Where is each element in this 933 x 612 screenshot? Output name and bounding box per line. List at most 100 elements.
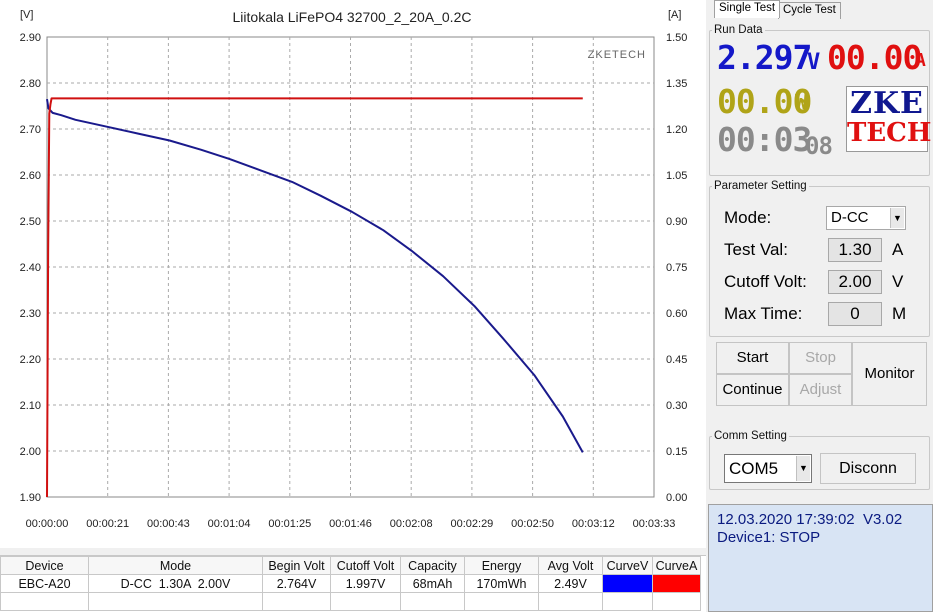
max-time-label: Max Time: (724, 304, 803, 323)
results-table: Device Mode Begin Volt Cutoff Volt Capac… (0, 555, 706, 612)
col-energy: Energy (464, 556, 539, 575)
tab-cycle-test[interactable]: Cycle Test (778, 2, 841, 19)
max-time-unit: M (892, 304, 907, 323)
current-unit: A (915, 50, 926, 71)
com-port-value: COM5 (729, 459, 779, 478)
left-tick-label: 2.20 (20, 354, 41, 366)
status-box: 12.03.2020 17:39:02 V3.02 Device1: STOP (708, 504, 933, 612)
right-tick-label: 0.30 (666, 400, 687, 412)
elapsed-seconds-readout: 08 (805, 132, 833, 160)
cell-avg-volt: 2.49V (538, 574, 603, 593)
left-tick-label: 2.10 (20, 400, 41, 412)
adjust-button[interactable]: Adjust (789, 374, 852, 406)
cell-begin-volt: 2.764V (262, 574, 331, 593)
x-tick-label: 00:01:04 (208, 518, 251, 530)
x-tick-label: 00:03:33 (633, 518, 676, 530)
chevron-down-icon[interactable]: ▼ (890, 208, 904, 228)
right-tick-label: 0.00 (666, 492, 687, 504)
x-tick-label: 00:01:46 (329, 518, 372, 530)
mode-label: Mode: (724, 208, 772, 227)
tab-single-test[interactable]: Single Test (714, 0, 781, 18)
x-tick-label: 00:03:12 (572, 518, 615, 530)
cell-capacity: 68mAh (400, 574, 465, 593)
curve-a-color-swatch[interactable] (652, 574, 701, 593)
logo-text-bottom: TECH (847, 118, 932, 148)
parameter-setting-legend: Parameter Setting (714, 180, 807, 192)
col-mode: Mode (88, 556, 263, 575)
right-axis-ticks: 1.50 1.35 1.20 1.05 0.90 0.75 0.60 0.45 0.30 0.15… (666, 32, 687, 504)
chart-title: Liitokala LiFePO4 32700_2_20A_0.2C (233, 9, 472, 25)
start-button[interactable]: Start (716, 342, 789, 374)
left-tick-label: 1.90 (20, 492, 41, 504)
chart-watermark: ZKETECH (588, 49, 646, 61)
right-axis-unit: [A] (668, 9, 681, 21)
status-datetime-version: 12.03.2020 17:39:02 V3.02 (717, 511, 903, 528)
voltage-unit: V (807, 50, 820, 75)
current-readout: 00.00 (827, 38, 922, 77)
left-axis-ticks: 2.90 2.80 2.70 2.60 2.50 2.40 2.30 2.20 2.10 2.00… (20, 32, 41, 504)
cell-cutoff-volt: 1.997V (330, 574, 401, 593)
cell-energy: 170mWh (464, 574, 539, 593)
x-tick-label: 00:01:25 (268, 518, 311, 530)
x-tick-label: 00:00:00 (26, 518, 69, 530)
col-avg-volt: Avg Volt (538, 556, 603, 575)
left-tick-label: 2.70 (20, 124, 41, 136)
cutoff-volt-label: Cutoff Volt: (724, 272, 807, 291)
x-tick-label: 00:02:50 (511, 518, 554, 530)
zketech-logo: ZKE TECH (846, 86, 932, 152)
test-val-unit: A (892, 240, 904, 259)
stop-button[interactable]: Stop (789, 342, 852, 374)
max-time-input[interactable]: 0 (828, 302, 882, 326)
mode-select-value: D-CC (831, 209, 869, 226)
run-data-display: 2.297 V 00.00 A 00.00 W 00:03 08 ZKE TEC… (709, 24, 932, 176)
right-tick-label: 1.05 (666, 170, 687, 182)
curve-v-color-swatch[interactable] (602, 574, 653, 593)
right-tick-label: 0.75 (666, 262, 687, 274)
status-device-state: Device1: STOP (717, 529, 821, 546)
logo-text-top: ZKE (850, 86, 924, 121)
chart-area: [V] [A] Liitokala LiFePO4 32700_2_20A_0.… (0, 0, 706, 548)
right-tick-label: 1.50 (666, 32, 687, 44)
right-tick-label: 0.15 (666, 446, 687, 458)
col-curve-v: CurveV (602, 556, 653, 575)
col-begin-volt: Begin Volt (262, 556, 331, 575)
right-tick-label: 0.45 (666, 354, 687, 366)
test-val-input[interactable]: 1.30 (828, 238, 882, 262)
results-header-row: Device Mode Begin Volt Cutoff Volt Capac… (0, 556, 701, 575)
chevron-down-icon[interactable]: ▼ (796, 456, 810, 481)
right-tick-label: 0.90 (666, 216, 687, 228)
control-panel: Single Test Cycle Test Run Data 2.297 V … (706, 0, 933, 612)
mode-select[interactable]: D-CC ▼ (826, 206, 906, 230)
table-row[interactable]: EBC-A20 D-CC 1.30A 2.00V 2.764V 1.997V 6… (0, 574, 701, 593)
app-window: [V] [A] Liitokala LiFePO4 32700_2_20A_0.… (0, 0, 933, 612)
right-tick-label: 1.20 (666, 124, 687, 136)
left-tick-label: 2.80 (20, 78, 41, 90)
com-port-select[interactable]: COM5 ▼ (724, 454, 812, 483)
left-tick-label: 2.90 (20, 32, 41, 44)
cell-device: EBC-A20 (0, 574, 89, 593)
col-curve-a: CurveA (652, 556, 701, 575)
left-tick-label: 2.60 (20, 170, 41, 182)
cutoff-volt-input[interactable]: 2.00 (828, 270, 882, 294)
test-val-label: Test Val: (724, 240, 788, 259)
left-tick-label: 2.50 (20, 216, 41, 228)
discharge-chart: [V] [A] Liitokala LiFePO4 32700_2_20A_0.… (20, 9, 688, 530)
continue-button[interactable]: Continue (716, 374, 789, 406)
left-tick-label: 2.40 (20, 262, 41, 274)
right-tick-label: 0.60 (666, 308, 687, 320)
col-cutoff-volt: Cutoff Volt (330, 556, 401, 575)
left-tick-label: 2.30 (20, 308, 41, 320)
monitor-button[interactable]: Monitor (852, 342, 927, 406)
x-tick-label: 00:02:08 (390, 518, 433, 530)
col-device: Device (0, 556, 89, 575)
power-unit: W (795, 90, 807, 114)
cell-mode: D-CC 1.30A 2.00V (88, 574, 263, 593)
left-tick-label: 2.00 (20, 446, 41, 458)
right-tick-label: 1.35 (666, 78, 687, 90)
disconnect-button[interactable]: Disconn (820, 453, 916, 484)
voltage-readout: 2.297 (717, 38, 812, 77)
x-tick-label: 00:00:21 (86, 518, 129, 530)
x-tick-label: 00:00:43 (147, 518, 190, 530)
col-capacity: Capacity (400, 556, 465, 575)
comm-setting-legend: Comm Setting (714, 430, 787, 442)
